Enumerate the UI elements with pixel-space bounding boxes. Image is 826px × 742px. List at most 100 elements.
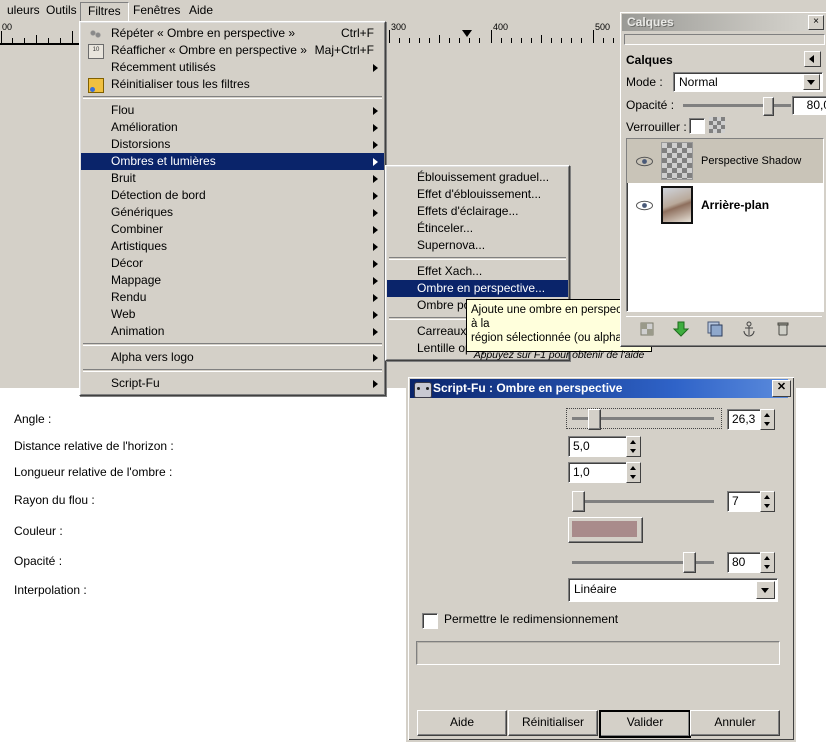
menu-item-repeter[interactable]: Répéter « Ombre en perspective » Ctrl+F	[81, 25, 384, 42]
menu-item-label: Web	[111, 307, 136, 321]
menu-separator	[83, 343, 382, 346]
chevron-right-icon	[373, 141, 378, 149]
layers-menu-button[interactable]	[804, 51, 821, 67]
menu-item-label: Détection de bord	[111, 188, 206, 202]
menu-item-script-fu[interactable]: Script-Fu	[81, 375, 384, 392]
layer-thumbnail	[661, 142, 693, 180]
menu-item-label: Génériques	[111, 205, 174, 219]
layer-opacity-slider-handle[interactable]	[763, 97, 774, 116]
shadow-length-field[interactable]: 1,0	[568, 462, 628, 483]
menu-item-recemment-utilises[interactable]: Récemment utilisés	[81, 59, 384, 76]
menu-separator	[83, 96, 382, 99]
layers-tabstrip[interactable]	[624, 34, 825, 45]
menu-item-generiques[interactable]: Génériques	[81, 204, 384, 221]
menubar-item-fenetres[interactable]: Fenêtres	[126, 2, 187, 19]
ruler-horizontal-right[interactable]: 300 400 500	[385, 21, 620, 45]
chevron-down-icon[interactable]	[756, 581, 775, 599]
menu-item-artistiques[interactable]: Artistiques	[81, 238, 384, 255]
menu-item-decor[interactable]: Décor	[81, 255, 384, 272]
menu-item-reafficher[interactable]: 10 Réafficher « Ombre en perspective » M…	[81, 42, 384, 59]
menu-item-amelioration[interactable]: Amélioration	[81, 119, 384, 136]
delete-layer-icon[interactable]	[774, 320, 792, 338]
menu-item-flou[interactable]: Flou	[81, 102, 384, 119]
eye-icon[interactable]	[627, 199, 661, 211]
blur-field[interactable]: 7	[727, 491, 762, 512]
reset-button[interactable]: Réinitialiser	[508, 710, 598, 736]
chevron-down-icon[interactable]	[803, 74, 820, 90]
horizon-field[interactable]: 5,0	[568, 436, 628, 457]
color-button[interactable]	[568, 517, 643, 543]
layers-titlebar[interactable]: Calques	[622, 14, 825, 31]
menu-item-label: Récemment utilisés	[111, 60, 216, 74]
layer-row-arriere-plan[interactable]: Arrière-plan	[627, 183, 823, 227]
layer-opacity-slider-track[interactable]	[683, 104, 791, 107]
reset-icon	[88, 78, 104, 93]
shadow-length-spinner[interactable]	[626, 462, 641, 483]
menu-item-web[interactable]: Web	[81, 306, 384, 323]
blur-slider-track[interactable]	[572, 500, 714, 503]
menu-item-combiner[interactable]: Combiner	[81, 221, 384, 238]
menu-item-accel: Ctrl+F	[341, 26, 374, 40]
shadow-opacity-slider-handle[interactable]	[683, 552, 696, 573]
duplicate-layer-icon[interactable]	[706, 320, 724, 338]
dialog-titlebar[interactable]: Script-Fu : Ombre en perspective	[410, 379, 788, 398]
menu-item-ombres-et-lumieres[interactable]: Ombres et lumières	[81, 153, 384, 170]
horizon-spinner[interactable]	[626, 436, 641, 457]
menu-item-alpha-vers-logo[interactable]: Alpha vers logo	[81, 349, 384, 366]
submenu-item-effet-xach[interactable]: Effet Xach...	[387, 263, 568, 280]
blur-radius-label: Rayon du flou :	[14, 493, 95, 507]
menu-item-detection-de-bord[interactable]: Détection de bord	[81, 187, 384, 204]
lower-layer-icon[interactable]	[672, 320, 690, 338]
menu-item-reinitialiser-filtres[interactable]: Réinitialiser tous les filtres	[81, 76, 384, 93]
menubar-item-aide[interactable]: Aide	[182, 2, 220, 19]
layer-thumbnail	[661, 186, 693, 224]
blur-spinner[interactable]	[760, 491, 775, 512]
close-icon[interactable]: ×	[808, 15, 824, 30]
submenu-item-effets-eclairage[interactable]: Effets d'éclairage...	[387, 203, 568, 220]
menu-item-rendu[interactable]: Rendu	[81, 289, 384, 306]
horizon-label: Distance relative de l'horizon :	[14, 439, 174, 453]
menu-item-bruit[interactable]: Bruit	[81, 170, 384, 187]
menu-item-animation[interactable]: Animation	[81, 323, 384, 340]
angle-slider-handle[interactable]	[588, 409, 601, 430]
new-layer-icon[interactable]	[638, 320, 656, 338]
mode-dropdown[interactable]: Normal	[673, 72, 823, 92]
close-icon[interactable]: ✕	[772, 380, 791, 397]
shadow-opacity-field[interactable]: 80	[727, 552, 762, 573]
submenu-item-ombre-en-perspective[interactable]: Ombre en perspective...	[387, 280, 568, 297]
angle-field[interactable]: 26,3	[727, 409, 762, 430]
lock-alpha-icon[interactable]	[709, 117, 725, 133]
layer-opacity-field[interactable]: 80,0	[792, 96, 826, 115]
layer-row-perspective-shadow[interactable]: Perspective Shadow	[627, 139, 823, 183]
layer-list[interactable]: Perspective Shadow Arrière-plan	[626, 138, 824, 312]
shadow-opacity-spinner[interactable]	[760, 552, 775, 573]
chevron-right-icon	[373, 328, 378, 336]
blur-slider-handle[interactable]	[572, 491, 585, 512]
angle-spinner[interactable]	[760, 409, 775, 430]
layer-opacity-value: 80,0	[806, 98, 826, 112]
menu-item-label: Amélioration	[111, 120, 178, 134]
menu-item-distorsions[interactable]: Distorsions	[81, 136, 384, 153]
validate-button[interactable]: Valider	[599, 710, 691, 738]
submenu-item-etinceler[interactable]: Étinceler...	[387, 220, 568, 237]
menubar-item-filtres[interactable]: Filtres	[80, 2, 129, 22]
anchor-layer-icon[interactable]	[740, 320, 758, 338]
allow-resize-checkbox[interactable]	[422, 613, 438, 629]
menu-item-label: Bruit	[111, 171, 136, 185]
chevron-right-icon	[373, 124, 378, 132]
help-button[interactable]: Aide	[417, 710, 507, 736]
layers-toolbar	[626, 316, 822, 341]
menu-item-label: Ombres et lumières	[111, 154, 216, 168]
lock-checkbox[interactable]	[689, 118, 705, 134]
layers-panel: Calques × Calques Mode : Normal Opacité …	[620, 12, 826, 347]
layer-opacity-label: Opacité :	[626, 98, 675, 112]
cancel-button[interactable]: Annuler	[690, 710, 780, 736]
eye-icon[interactable]	[627, 155, 661, 167]
blur-value: 7	[732, 494, 739, 508]
submenu-item-effet-eblouissement[interactable]: Effet d'éblouissement...	[387, 186, 568, 203]
menu-item-mappage[interactable]: Mappage	[81, 272, 384, 289]
menubar-item-outils[interactable]: Outils	[39, 2, 84, 19]
interpolation-dropdown[interactable]: Linéaire	[568, 578, 778, 602]
submenu-item-supernova[interactable]: Supernova...	[387, 237, 568, 254]
submenu-item-eblouissement-graduel[interactable]: Éblouissement graduel...	[387, 169, 568, 186]
